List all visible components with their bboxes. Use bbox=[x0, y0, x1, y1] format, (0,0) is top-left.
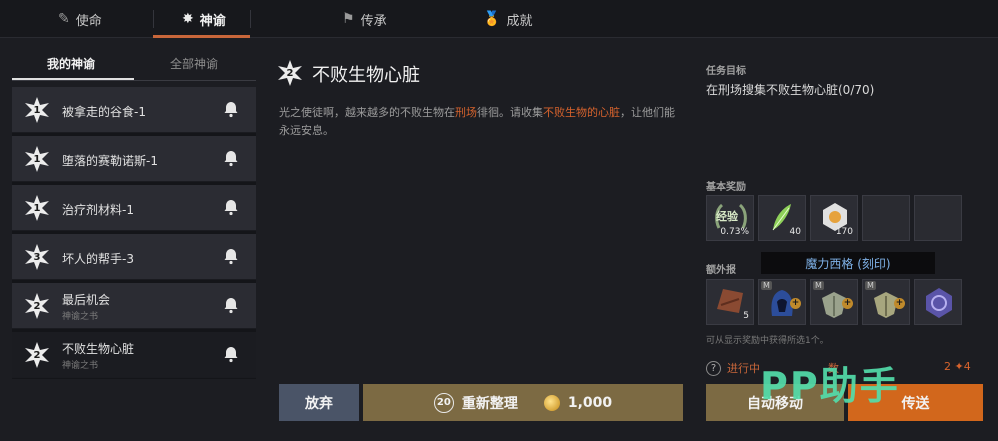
tab-mission[interactable]: ✎ 使命 bbox=[58, 0, 102, 38]
plus-icon: + bbox=[894, 298, 905, 309]
bell-icon[interactable] bbox=[222, 296, 240, 314]
reward-crystal-slot[interactable]: 170 bbox=[810, 195, 858, 241]
bell-icon[interactable] bbox=[222, 345, 240, 363]
plus-icon: + bbox=[842, 298, 853, 309]
item-title: 治疗剂材料-1 bbox=[62, 203, 134, 217]
divider bbox=[250, 10, 251, 28]
reward-herb-slot[interactable]: 40 bbox=[758, 195, 806, 241]
refresh-count-icon: 20 bbox=[433, 392, 454, 413]
item-title: 最后机会 bbox=[62, 293, 111, 307]
oracle-badge-icon: 1 bbox=[24, 195, 50, 221]
item-title: 坏人的帮手-3 bbox=[62, 252, 134, 266]
help-icon[interactable]: ? bbox=[706, 360, 721, 376]
item-title: 不败生物心脏 bbox=[62, 342, 135, 356]
reward-empty-slot bbox=[914, 195, 962, 241]
list-item[interactable]: 1 堕落的赛勒诺斯-1 bbox=[12, 136, 256, 182]
item-title: 堕落的赛勒诺斯-1 bbox=[62, 154, 158, 168]
extra-reward-slot[interactable]: M + bbox=[862, 279, 910, 325]
oracle-badge-icon: 1 bbox=[24, 97, 50, 123]
list-item[interactable]: 3 坏人的帮手-3 bbox=[12, 234, 256, 280]
tab-label: 成就 bbox=[506, 13, 533, 29]
quest-badge-icon: 2 bbox=[277, 60, 303, 86]
bell-icon[interactable] bbox=[222, 198, 240, 216]
list-item[interactable]: 1 治疗剂材料-1 bbox=[12, 185, 256, 231]
extra-reward-label: 额外报 bbox=[706, 265, 736, 276]
objective-text: 在刑场搜集不败生物心脏(0/70) bbox=[706, 83, 875, 97]
oracle-badge-icon: 2 bbox=[24, 293, 50, 319]
list-item[interactable]: 1 被拿走的谷食-1 bbox=[12, 87, 256, 133]
subtab-my-oracle[interactable]: 我的神谕 bbox=[47, 55, 95, 72]
extra-reward-slot[interactable]: M + bbox=[810, 279, 858, 325]
gold-coin-icon bbox=[543, 394, 560, 411]
rune-stone-icon bbox=[926, 288, 952, 318]
bell-icon[interactable] bbox=[222, 100, 240, 118]
extra-reward-slot[interactable]: M + bbox=[758, 279, 806, 325]
reward-count: 0.73% bbox=[720, 227, 749, 237]
subtab-indicator bbox=[12, 78, 134, 80]
bell-icon[interactable] bbox=[222, 149, 240, 167]
highlight-location: 刑场 bbox=[455, 106, 477, 119]
plus-icon: + bbox=[790, 298, 801, 309]
progress-text: 进行中 bbox=[727, 362, 760, 375]
reward-exp-slot[interactable]: 经验 0.73% bbox=[706, 195, 754, 241]
medal-icon: 🏅 bbox=[483, 11, 501, 27]
reorganize-label: 重新整理 bbox=[461, 395, 518, 412]
active-tab-indicator bbox=[153, 35, 250, 38]
exp-text: 经验 bbox=[716, 210, 738, 223]
subtab-all-oracle[interactable]: 全部神谕 bbox=[170, 55, 218, 72]
star-burst-icon: ✸ bbox=[182, 11, 194, 27]
feather-icon: ✎ bbox=[58, 11, 70, 27]
reward-hint: 可从显示奖励中获得所选1个。 bbox=[706, 336, 829, 346]
oracle-badge-icon: 1 bbox=[24, 146, 50, 172]
item-subtitle: 神谕之书 bbox=[62, 361, 99, 371]
quest-description: 光之使徒啊，越来越多的不败生物在刑场徘徊。请收集不败生物的心脏，让他们能永远安息… bbox=[279, 106, 675, 137]
extra-reward-slot[interactable] bbox=[914, 279, 962, 325]
tab-oracle[interactable]: ✸ 神谕 bbox=[182, 0, 226, 38]
gold-cost: 1,000 bbox=[567, 394, 613, 411]
quest-title: 不败生物心脏 bbox=[312, 65, 420, 86]
item-subtitle: 神谕之书 bbox=[62, 312, 99, 322]
watermark-logo: PP助手 bbox=[760, 364, 900, 408]
tab-heritage[interactable]: ⚑ 传承 bbox=[342, 0, 387, 38]
reward-empty-slot bbox=[862, 195, 910, 241]
reward-count: 170 bbox=[835, 227, 853, 237]
quest-list: 1 被拿走的谷食-1 1 堕落的赛勒诺斯-1 1 治疗剂材料-1 3 坏人的帮手… bbox=[12, 87, 256, 379]
subtab-baseline bbox=[12, 80, 256, 81]
highlight-item: 不败生物的心脏 bbox=[543, 106, 620, 119]
item-title: 被拿走的谷食-1 bbox=[62, 105, 146, 119]
item-tooltip: 魔力西格 (刻印) bbox=[761, 252, 935, 274]
top-nav: ✎ 使命 ✸ 神谕 ⚑ 传承 🏅 成就 bbox=[0, 0, 998, 38]
list-item-selected[interactable]: 2 不败生物心脏 神谕之书 bbox=[12, 332, 256, 378]
bell-icon[interactable] bbox=[222, 247, 240, 265]
extra-reward-slot[interactable]: 5 bbox=[706, 279, 754, 325]
leather-icon bbox=[717, 289, 743, 313]
list-item[interactable]: 2 最后机会 神谕之书 bbox=[12, 283, 256, 329]
reward-count: 5 bbox=[743, 311, 749, 321]
tab-label: 神谕 bbox=[199, 13, 226, 29]
tab-label: 传承 bbox=[360, 13, 387, 29]
basic-reward-label: 基本奖励 bbox=[706, 182, 746, 193]
tab-label: 使命 bbox=[75, 13, 102, 29]
oracle-badge-icon: 3 bbox=[24, 244, 50, 270]
abandon-button[interactable]: 放弃 bbox=[279, 384, 359, 421]
objective-label: 任务目标 bbox=[706, 66, 746, 77]
reorganize-button[interactable]: 20 重新整理 1,000 bbox=[363, 384, 683, 421]
tab-achievement[interactable]: 🏅 成就 bbox=[483, 0, 532, 38]
reward-count: 40 bbox=[789, 227, 801, 237]
reward-counts: 2 ✦4 bbox=[944, 360, 971, 373]
spark-icon: ✦ bbox=[954, 360, 964, 373]
flag-icon: ⚑ bbox=[342, 11, 355, 27]
divider bbox=[153, 10, 154, 28]
oracle-badge-icon: 2 bbox=[24, 342, 50, 368]
